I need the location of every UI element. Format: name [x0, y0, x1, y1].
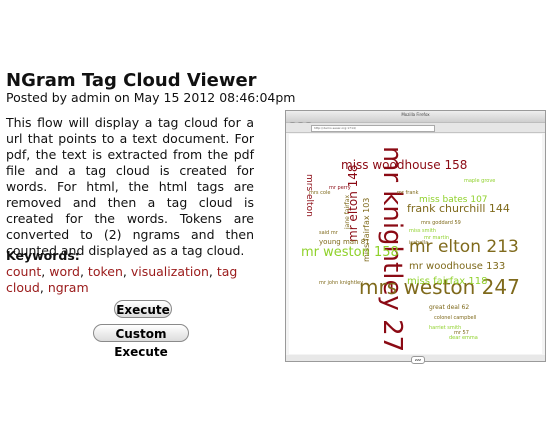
tag-cloud-word: mr woodhouse 133	[409, 261, 505, 272]
tag-cloud-word: said mr	[319, 230, 339, 236]
keyword-separator: ,	[39, 280, 48, 295]
keyword-link-ngram[interactable]: ngram	[48, 280, 89, 295]
keywords-label: Keywords:	[6, 248, 80, 263]
tag-cloud-word: isabella	[409, 240, 428, 246]
preview-screenshot[interactable]: Mozilla Firefox http://demo.seasr.org:17…	[285, 110, 546, 364]
tag-cloud-word: miss fairfax 103	[362, 198, 371, 262]
tag-cloud-word: miss bates 107	[419, 195, 488, 205]
preview-window-title: Mozilla Firefox	[401, 112, 430, 117]
preview-url-bar: http://demo.seasr.org:1714/	[311, 125, 435, 132]
preview-status-button: ZZZ	[411, 356, 425, 364]
keyword-link-visualization[interactable]: visualization	[131, 264, 209, 279]
tag-cloud-word: mr 57	[454, 330, 469, 336]
preview-statusbar: ZZZ	[286, 355, 545, 364]
tag-cloud-word: great deal 62	[429, 304, 469, 311]
tag-cloud-word: mr john knightley	[319, 280, 363, 286]
keyword-separator: ,	[208, 264, 217, 279]
tag-cloud-word: maple grove	[464, 178, 495, 184]
preview-toolbar: http://demo.seasr.org:1714/	[286, 123, 545, 133]
post-byline: Posted by admin on May 15 2012 08:46:04p…	[6, 90, 296, 105]
keyword-separator: ,	[122, 264, 131, 279]
execute-button[interactable]: Execute	[114, 300, 172, 318]
post-description: This flow will display a tag cloud for a…	[6, 115, 254, 258]
tag-cloud-word: mr frank	[397, 190, 419, 196]
keyword-link-word[interactable]: word	[49, 264, 80, 279]
custom-execute-button[interactable]: Custom Execute	[93, 324, 189, 359]
keywords-list: count, word, token, visualization, tag c…	[6, 264, 256, 296]
keyword-link-count[interactable]: count	[6, 264, 41, 279]
keyword-link-token[interactable]: token	[88, 264, 123, 279]
tag-cloud: mr knightley 277mrs weston 247mr elton 2…	[301, 146, 520, 354]
tag-cloud-word: mr weston 158	[301, 245, 399, 260]
tag-cloud-word: mr perry	[329, 185, 351, 191]
tag-cloud-word: jane fairfax	[344, 195, 351, 230]
tag-cloud-word: mrs goddard 59	[421, 220, 461, 226]
tag-cloud-word: young man 81	[319, 238, 370, 246]
tag-cloud-word: mrs cole	[309, 190, 330, 196]
preview-titlebar: Mozilla Firefox	[286, 111, 545, 129]
tag-cloud-word: miss smith	[409, 228, 436, 234]
keyword-separator: ,	[79, 264, 88, 279]
post-title: NGram Tag Cloud Viewer	[6, 70, 257, 91]
tag-cloud-canvas: mr knightley 277 mrs weston 247 mr elton 2…	[289, 134, 542, 354]
tag-cloud-word: miss fairfax 118	[407, 276, 488, 287]
tag-cloud-word: colonel campbell	[434, 315, 476, 321]
